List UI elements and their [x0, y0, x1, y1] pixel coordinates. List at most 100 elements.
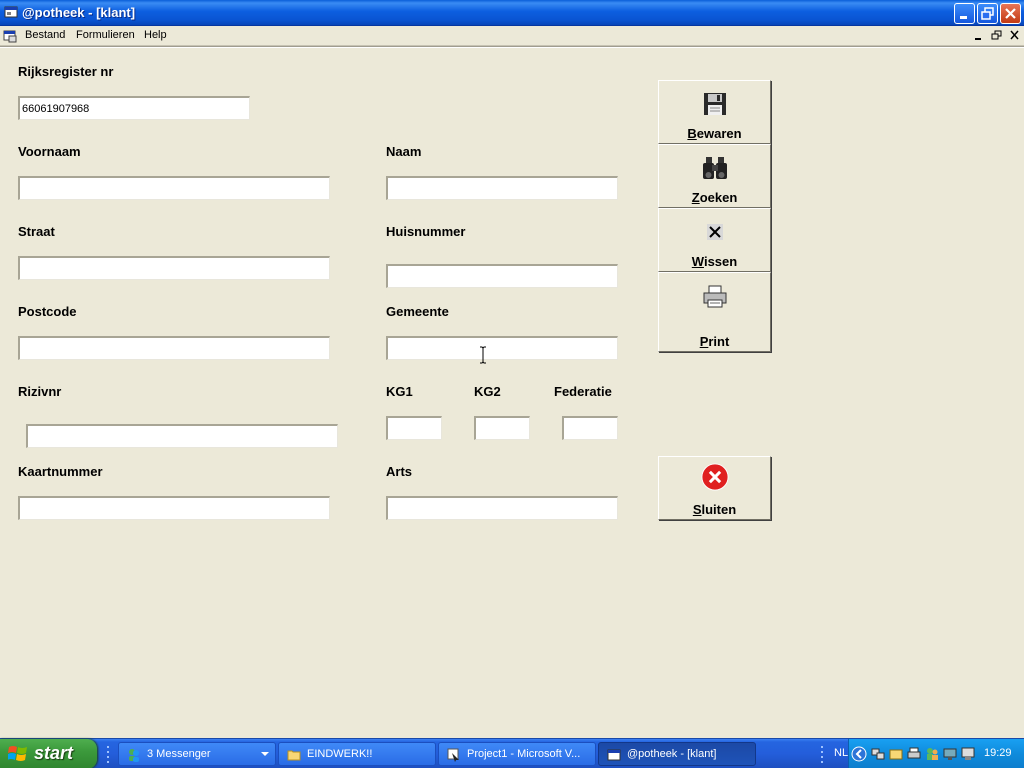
voornaam-field[interactable]: [18, 176, 330, 200]
task-apotheek[interactable]: @potheek - [klant]: [598, 742, 756, 766]
zoeken-button[interactable]: Zoeken: [658, 144, 771, 208]
rizivnr-field[interactable]: [26, 424, 338, 448]
menu-bestand[interactable]: Bestand: [25, 29, 65, 41]
clock[interactable]: 19:29: [984, 747, 1012, 759]
show-hidden-icons-icon[interactable]: [851, 746, 867, 762]
taskbar-grip-right[interactable]: [820, 744, 824, 764]
rijksregister-input[interactable]: [20, 98, 249, 119]
task-eindwerk-label: EINDWERK!!: [307, 748, 373, 760]
gemeente-input[interactable]: [388, 338, 617, 359]
postcode-label: Postcode: [18, 304, 77, 319]
menu-bar: Bestand Formulieren Help: [0, 26, 1024, 46]
clear-x-icon: [707, 224, 723, 240]
kg2-field[interactable]: [474, 416, 530, 440]
huisnummer-input[interactable]: [388, 266, 617, 287]
app-window-icon: [607, 749, 621, 761]
rijksregister-label: Rijksregister nr: [18, 64, 114, 79]
voornaam-input[interactable]: [20, 178, 329, 199]
kg2-input[interactable]: [476, 418, 529, 439]
kaartnummer-field[interactable]: [18, 496, 330, 520]
rijksregister-field[interactable]: [18, 96, 250, 120]
minimize-button[interactable]: [954, 3, 975, 24]
client-area-border: [0, 46, 1024, 48]
printer-icon: [703, 285, 727, 308]
task-messenger-label: 3 Messenger: [147, 748, 211, 760]
floppy-disk-icon: [704, 93, 726, 115]
binoculars-icon: [703, 157, 727, 179]
window-title: @potheek - [klant]: [22, 5, 136, 20]
start-button[interactable]: start: [0, 739, 97, 768]
messenger-icon: [129, 749, 139, 762]
federatie-label: Federatie: [554, 384, 612, 399]
wissen-button[interactable]: Wissen: [658, 208, 771, 272]
straat-label: Straat: [18, 224, 55, 239]
arts-field[interactable]: [386, 496, 618, 520]
title-bar[interactable]: @potheek - [klant]: [0, 0, 1024, 26]
gemeente-label: Gemeente: [386, 304, 449, 319]
gemeente-field[interactable]: [386, 336, 618, 360]
federatie-field[interactable]: [562, 416, 618, 440]
chevron-down-icon: [261, 752, 269, 756]
menu-formulieren[interactable]: Formulieren: [76, 29, 135, 41]
arts-label: Arts: [386, 464, 413, 479]
windows-logo-icon: [8, 746, 27, 761]
rizivnr-input[interactable]: [28, 426, 337, 447]
bewaren-button[interactable]: Bewaren: [658, 80, 771, 144]
child-restore-icon[interactable]: [990, 29, 1004, 42]
kg1-field[interactable]: [386, 416, 442, 440]
sluiten-button[interactable]: Sluiten: [658, 456, 771, 520]
task-eindwerk[interactable]: EINDWERK!!: [278, 742, 436, 766]
kaartnummer-input[interactable]: [20, 498, 329, 519]
close-button[interactable]: [1000, 3, 1021, 24]
close-icon: [1005, 8, 1016, 19]
taskbar-grip[interactable]: [106, 744, 110, 764]
task-messenger[interactable]: 3 Messenger: [118, 742, 276, 766]
kg1-input[interactable]: [388, 418, 441, 439]
folder-icon: [287, 750, 301, 761]
taskbar: start 3 Messenger EINDWERK!! Project1 - …: [0, 738, 1024, 768]
child-minimize-icon[interactable]: [972, 29, 986, 42]
vb-project-icon: [447, 748, 459, 762]
straat-input[interactable]: [20, 258, 329, 279]
print-label: Print: [699, 334, 730, 349]
huisnummer-field[interactable]: [386, 264, 618, 288]
network-icon[interactable]: [871, 747, 885, 761]
federatie-input[interactable]: [564, 418, 617, 439]
printer-tray-icon[interactable]: [907, 747, 921, 761]
naam-input[interactable]: [388, 178, 617, 199]
monitor-icon[interactable]: [961, 747, 975, 761]
straat-field[interactable]: [18, 256, 330, 280]
child-window-icon[interactable]: [3, 29, 17, 43]
language-indicator[interactable]: NL: [834, 747, 848, 759]
kg2-label: KG2: [474, 384, 501, 399]
task-apotheek-label: @potheek - [klant]: [627, 748, 717, 760]
close-circle-icon: [701, 463, 729, 491]
kaartnummer-label: Kaartnummer: [18, 464, 103, 479]
naam-field[interactable]: [386, 176, 618, 200]
voornaam-label: Voornaam: [18, 144, 81, 159]
folder-sync-icon[interactable]: [889, 747, 903, 761]
print-button[interactable]: Print: [658, 272, 771, 352]
menu-help[interactable]: Help: [144, 29, 167, 41]
display-icon[interactable]: [943, 747, 957, 761]
postcode-field[interactable]: [18, 336, 330, 360]
restore-button[interactable]: [977, 3, 998, 24]
app-window-icon: [4, 6, 18, 18]
kg1-label: KG1: [386, 384, 413, 399]
sluiten-label: Sluiten: [692, 502, 737, 517]
system-tray: 19:29: [848, 739, 1024, 768]
task-project1-label: Project1 - Microsoft V...: [467, 748, 581, 760]
restore-icon: [981, 7, 994, 20]
child-close-icon[interactable]: [1008, 29, 1022, 42]
task-project1[interactable]: Project1 - Microsoft V...: [438, 742, 596, 766]
arts-input[interactable]: [388, 498, 617, 519]
naam-label: Naam: [386, 144, 422, 159]
zoeken-label: Zoeken: [691, 190, 738, 205]
postcode-input[interactable]: [20, 338, 329, 359]
minimize-icon: [960, 16, 967, 19]
users-icon[interactable]: [925, 747, 939, 761]
wissen-label: Wissen: [691, 254, 738, 269]
rizivnr-label: Rizivnr: [18, 384, 62, 399]
huisnummer-label: Huisnummer: [386, 224, 466, 239]
bewaren-label: Bewaren: [687, 126, 742, 141]
